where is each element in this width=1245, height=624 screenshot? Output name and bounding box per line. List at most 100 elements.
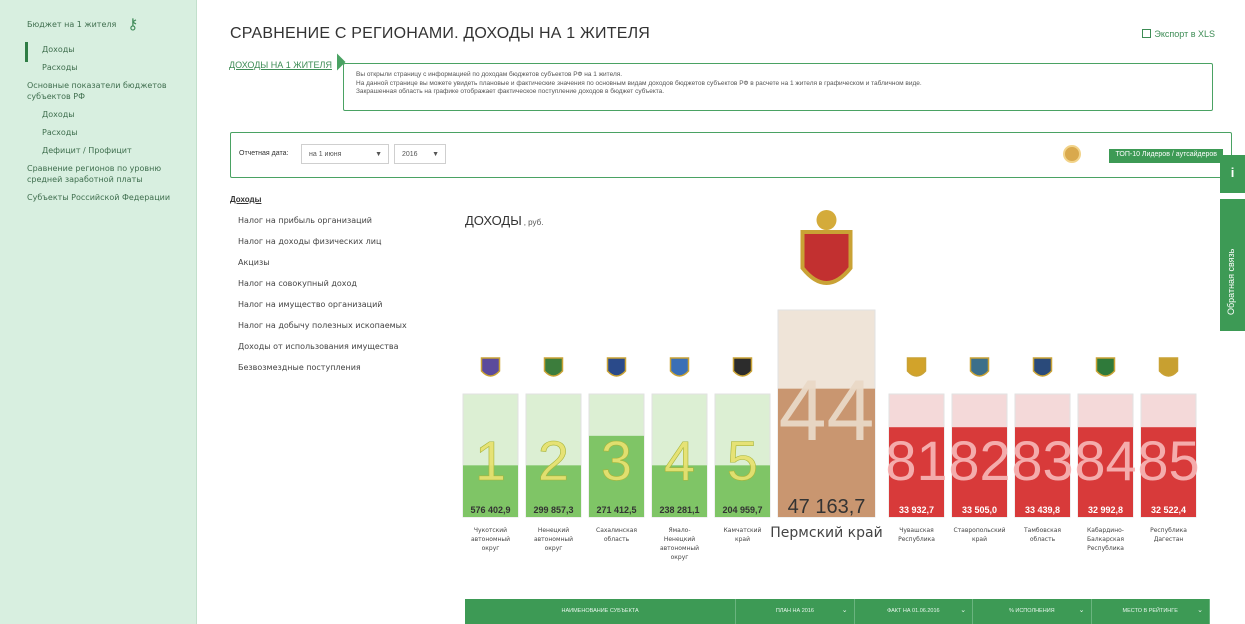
region-label: Камчатский: [724, 527, 762, 534]
main-content: СРАВНЕНИЕ С РЕГИОНАМИ. ДОХОДЫ НА 1 ЖИТЕЛ…: [197, 0, 1245, 624]
chart-bar-1[interactable]: 1 576 402,9 Чукотский автономный округ: [462, 357, 519, 552]
coat-of-arms-icon: [969, 357, 990, 377]
bar-rank: 2: [538, 429, 569, 492]
category-item[interactable]: Налог на доходы физических лиц: [238, 237, 450, 246]
sidebar-item[interactable]: Расходы: [0, 127, 196, 138]
chart-bar-5[interactable]: 5 204 959,7 Камчатский край: [714, 357, 771, 543]
region-label: Ненецкий: [538, 527, 569, 534]
feedback-label: Обратная связь: [1226, 248, 1236, 315]
region-label: Республика: [1150, 527, 1187, 534]
report-date-label: Отчетная дата:: [239, 150, 289, 157]
chevron-down-icon: ▼: [375, 151, 382, 158]
sidebar-menu: Бюджет на 1 жителя ⚷ Доходы Расходы Основные…: [0, 14, 196, 203]
region-label: область: [1030, 536, 1056, 543]
region-label: округ: [671, 554, 689, 561]
crown-icon: [816, 210, 837, 230]
category-item[interactable]: Безвозмездные поступления: [238, 363, 450, 372]
sidebar-item[interactable]: Бюджет на 1 жителя: [0, 19, 124, 30]
bar-rank: 44: [779, 363, 875, 459]
top10-button[interactable]: ТОП-10 Лидеров / аутсайдеров: [1109, 149, 1223, 163]
bar-rank: 84: [1074, 429, 1136, 492]
sidebar-item[interactable]: Сравнение регионов по уровню средней зар…: [0, 163, 196, 185]
bar-value: 33 505,0: [962, 505, 997, 515]
category-item[interactable]: Доходы от использования имущества: [238, 342, 450, 351]
feedback-tab[interactable]: Обратная связь: [1220, 199, 1245, 331]
bar-rank: 4: [664, 429, 695, 492]
column-header-label: ПЛАН НА 2016: [775, 608, 814, 614]
bar-value: 576 402,9: [470, 505, 510, 515]
region-label: округ: [482, 545, 500, 552]
category-item[interactable]: Налог на добычу полезных ископаемых: [238, 321, 450, 330]
region-label: край: [972, 536, 987, 543]
region-label: Балкарская: [1087, 536, 1124, 543]
region-label: Тамбовская: [1023, 527, 1061, 534]
income-chart: 1 576 402,9 Чукотский автономный округ 2 299 8…: [462, 210, 1200, 561]
bar-rank: 85: [1137, 429, 1199, 492]
chart-bar-4[interactable]: 4 238 281,1 Ямало- Ненецкий автономный округ: [651, 357, 708, 561]
region-label: Кабардино-: [1087, 527, 1124, 534]
coat-of-arms-icon: [732, 357, 753, 377]
region-label: Чувашская: [899, 527, 934, 534]
region-label: автономный: [534, 536, 573, 543]
region-label: Ямало-: [668, 527, 690, 534]
bar-value: 204 959,7: [722, 505, 762, 515]
key-icon: ⚷: [127, 16, 139, 33]
year-select[interactable]: 2016 ▼: [394, 144, 446, 164]
region-label: область: [604, 536, 630, 543]
bar-rank: 82: [948, 429, 1010, 492]
table-column-header[interactable]: ПЛАН НА 2016 ⌄: [736, 599, 855, 624]
sidebar-item[interactable]: Дефицит / Профицит: [0, 145, 196, 156]
chart-bar-84[interactable]: 84 32 992,8 Кабардино- Балкарская Республика: [1074, 357, 1137, 552]
income-categories: Доходы Налог на прибыль организаций Налог…: [230, 195, 450, 384]
coat-of-arms-icon: [543, 357, 564, 377]
region-label: Ставропольский: [953, 527, 1005, 534]
chart-bar-44[interactable]: 44 47 163,7 Пермский край: [770, 210, 883, 541]
filter-bar: Отчетная дата: на 1 июня ▼ 2016 ▼ ТОП-10 Л…: [230, 132, 1232, 178]
column-header-label: ФАКТ НА 01.06.2016: [887, 608, 940, 614]
category-item[interactable]: Акцизы: [238, 258, 450, 267]
coat-of-arms-icon: [480, 357, 501, 377]
info-box: Вы открыли страницу с информацией по дох…: [343, 63, 1213, 111]
region-label: Пермский край: [770, 525, 882, 541]
chart-bar-2[interactable]: 2 299 857,3 Ненецкий автономный округ: [525, 357, 582, 552]
region-label: округ: [545, 545, 563, 552]
chart-bar-83[interactable]: 83 33 439,8 Тамбовская область: [1011, 357, 1074, 543]
export-label: Экспорт в XLS: [1154, 29, 1215, 39]
sidebar-item[interactable]: Доходы: [0, 109, 196, 120]
table-column-header[interactable]: НАИМЕНОВАНИЕ СУБЪЕКТА: [465, 599, 737, 624]
region-label: Республика: [898, 536, 935, 543]
bar-value: 47 163,7: [788, 496, 866, 518]
category-list: Налог на прибыль организаций Налог на дох…: [230, 216, 450, 372]
category-item[interactable]: Налог на прибыль организаций: [238, 216, 450, 225]
sidebar-item[interactable]: Расходы: [0, 62, 196, 73]
category-item[interactable]: Налог на совокупный доход: [238, 279, 450, 288]
region-label: автономный: [471, 536, 510, 543]
table-column-header[interactable]: % ИСПОЛНЕНИЯ ⌄: [973, 599, 1092, 624]
category-title[interactable]: Доходы: [230, 195, 450, 204]
chart-bar-85[interactable]: 85 32 522,4 Республика Дагестан: [1137, 357, 1200, 543]
year-select-value: 2016: [402, 151, 418, 158]
sidebar-item[interactable]: Основные показатели бюджетов субъектов Р…: [0, 80, 196, 102]
bar-rank: 83: [1011, 429, 1073, 492]
chart-bar-3[interactable]: 3 271 412,5 Сахалинская область: [588, 357, 645, 543]
sidebar-item[interactable]: Субъекты Российской Федерации: [0, 192, 196, 203]
sidebar-item[interactable]: Доходы: [0, 44, 196, 55]
region-label: Сахалинская: [596, 527, 637, 534]
chevron-down-icon: ⌄: [960, 607, 967, 614]
bar-rank: 5: [727, 429, 758, 492]
chart-bar-81[interactable]: 81 33 932,7 Чувашская Республика: [885, 357, 948, 543]
region-label: Дагестан: [1154, 536, 1184, 543]
table-column-header[interactable]: ФАКТ НА 01.06.2016 ⌄: [855, 599, 974, 624]
export-xls-button[interactable]: Экспорт в XLS: [1142, 29, 1215, 39]
chart-bar-82[interactable]: 82 33 505,0 Ставропольский край: [948, 357, 1011, 543]
month-select-value: на 1 июня: [309, 151, 342, 158]
table-column-header[interactable]: МЕСТО В РЕЙТИНГЕ ⌄: [1092, 599, 1210, 624]
info-icon[interactable]: i: [1220, 155, 1245, 193]
category-item[interactable]: Налог на имущество организаций: [238, 300, 450, 309]
info-line: Вы открыли страницу с информацией по дох…: [356, 71, 623, 78]
coat-of-arms-icon: [1158, 357, 1179, 377]
region-label: Ненецкий: [664, 536, 695, 543]
month-select[interactable]: на 1 июня ▼: [301, 144, 389, 164]
bar-value: 32 522,4: [1151, 505, 1186, 515]
tab-income-per-resident[interactable]: ДОХОДЫ НА 1 ЖИТЕЛЯ: [229, 60, 332, 70]
